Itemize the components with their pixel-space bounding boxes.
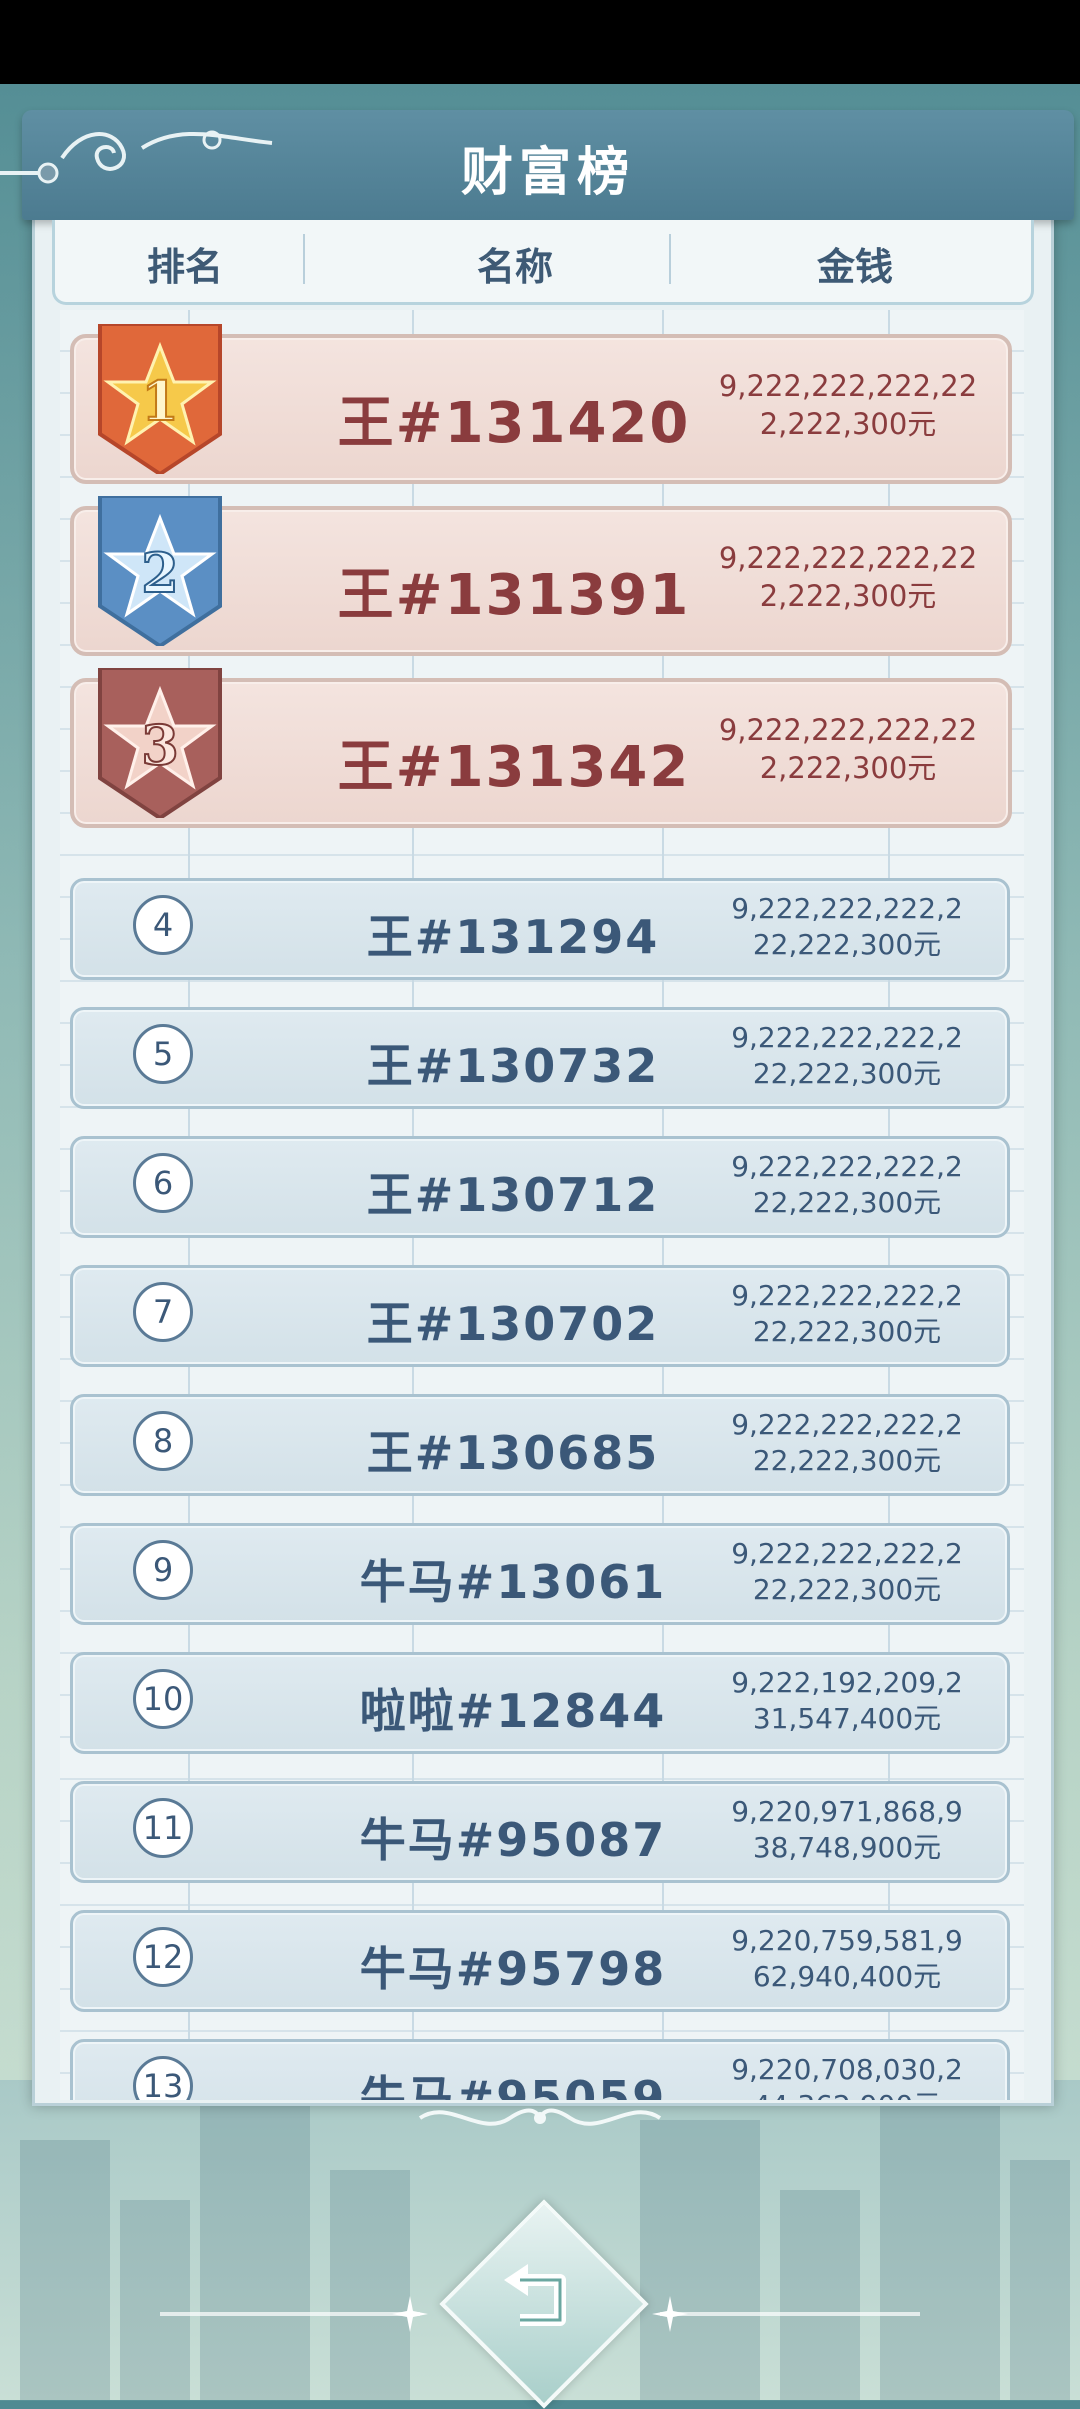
player-money: 9,222,222,222,222,222,300元 xyxy=(731,892,963,962)
player-money: 9,220,971,868,9 38,748,900元 xyxy=(731,1795,963,1865)
player-name: 王#131342 xyxy=(337,735,691,800)
svg-text:2: 2 xyxy=(141,541,179,605)
svg-text:1: 1 xyxy=(141,369,179,433)
leaderboard-row-11[interactable]: 11 牛马#95087 9,220,971,868,9 38,748,900元 xyxy=(70,1781,1010,1883)
player-name: 啦啦#12844 xyxy=(359,1684,667,1738)
player-name: 牛马#95059 xyxy=(359,2071,667,2100)
leaderboard-row-2[interactable]: 2 王#131391 9,222,222,222,22 2,222,300元 xyxy=(70,496,1012,656)
leaderboard-row-4[interactable]: 4 王#131294 9,222,222,222,2 22,222,300元 xyxy=(70,878,1010,980)
rank-number: 7 xyxy=(133,1282,193,1342)
leaderboard-row-6[interactable]: 6 王#130712 9,222,222,222,2 22,222,300元 xyxy=(70,1136,1010,1238)
silver-star-badge-icon: 2 xyxy=(98,496,222,646)
leaderboard-row-7[interactable]: 7 王#130702 9,222,222,222,2 22,222,300元 xyxy=(70,1265,1010,1367)
leaderboard-row-1[interactable]: 1 王#131420 9,222,222,222,22 2,222,300元 xyxy=(70,324,1012,484)
table-header: 排名 名称 金钱 xyxy=(52,220,1034,305)
leaderboard-row-5[interactable]: 5 王#130732 9,222,222,222,2 22,222,300元 xyxy=(70,1007,1010,1109)
rank-number: 12 xyxy=(133,1927,193,1987)
leaderboard-list[interactable]: 1 王#131420 9,222,222,222,22 2,222,300元 2 … xyxy=(60,310,1024,2100)
player-name: 王#130685 xyxy=(366,1426,660,1480)
player-name: 王#131420 xyxy=(337,391,691,456)
player-name: 王#130702 xyxy=(366,1297,660,1351)
player-money: 9,222,192,209,2 31,547,400元 xyxy=(731,1666,963,1736)
player-money: 9,222,222,222,222,222,300元 xyxy=(731,1537,963,1607)
sparkle-icon xyxy=(652,2296,688,2332)
player-money: 9,222,222,222,222,222,300元 xyxy=(718,369,978,441)
svg-text:3: 3 xyxy=(141,713,179,777)
rank-number: 5 xyxy=(133,1024,193,1084)
rank-number: 10 xyxy=(133,1669,193,1729)
header-name: 名称 xyxy=(476,245,553,289)
rank-number: 8 xyxy=(133,1411,193,1471)
scroll-ornament-icon xyxy=(418,2108,662,2126)
player-money: 9,222,222,222,222,222,300元 xyxy=(718,713,978,785)
rank-number: 4 xyxy=(133,895,193,955)
header-divider xyxy=(669,234,671,284)
player-money: 9,222,222,222,222,222,300元 xyxy=(731,1408,963,1478)
player-money: 9,220,759,581,9 62,940,400元 xyxy=(731,1924,963,1994)
rank-number: 6 xyxy=(133,1153,193,1213)
divider-line xyxy=(160,2312,420,2316)
player-money: 9,222,222,222,222,222,300元 xyxy=(731,1150,963,1220)
rank-number: 11 xyxy=(133,1798,193,1858)
player-money: 9,222,222,222,222,222,300元 xyxy=(731,1021,963,1091)
player-name: 牛马#95798 xyxy=(359,1942,667,1996)
player-name: 王#130732 xyxy=(366,1039,660,1093)
header-money: 金钱 xyxy=(816,245,893,289)
bronze-star-badge-icon: 3 xyxy=(98,668,222,818)
leaderboard-row-9[interactable]: 9 牛马#13061 9,222,222,222,2 22,222,300元 xyxy=(70,1523,1010,1625)
leaderboard-row-10[interactable]: 10 啦啦#12844 9,222,192,209,2 31,547,400元 xyxy=(70,1652,1010,1754)
leaderboard-row-3[interactable]: 3 王#131342 9,222,222,222,22 2,222,300元 xyxy=(70,668,1012,828)
divider-line xyxy=(660,2312,920,2316)
rank-number: 13 xyxy=(133,2056,193,2100)
player-name: 王#130712 xyxy=(366,1168,660,1222)
leaderboard-row-13[interactable]: 13 牛马#95059 9,220,708,030,244,362,900元 xyxy=(70,2039,1010,2100)
title-bar: 财富榜 xyxy=(22,110,1074,220)
back-arrow-icon[interactable] xyxy=(490,2250,590,2350)
leaderboard-row-12[interactable]: 12 牛马#95798 9,220,759,581,9 62,940,400元 xyxy=(70,1910,1010,2012)
player-name: 王#131391 xyxy=(337,563,691,628)
pin-ornament-icon xyxy=(0,162,59,184)
header-divider xyxy=(303,234,305,284)
player-name: 牛马#13061 xyxy=(359,1555,667,1609)
sparkle-icon xyxy=(392,2296,428,2332)
player-name: 王#131294 xyxy=(366,910,660,964)
gold-star-badge-icon: 1 xyxy=(98,324,222,474)
player-money: 9,222,222,222,222,222,300元 xyxy=(718,541,978,613)
status-bar xyxy=(0,0,1080,84)
leaderboard-row-8[interactable]: 8 王#130685 9,222,222,222,2 22,222,300元 xyxy=(70,1394,1010,1496)
header-rank: 排名 xyxy=(146,245,223,289)
player-name: 牛马#95087 xyxy=(359,1813,667,1867)
rank-number: 9 xyxy=(133,1540,193,1600)
player-money: 9,222,222,222,222,222,300元 xyxy=(731,1279,963,1349)
player-money: 9,220,708,030,244,362,900元 xyxy=(731,2053,963,2100)
page-title: 财富榜 xyxy=(460,143,635,203)
